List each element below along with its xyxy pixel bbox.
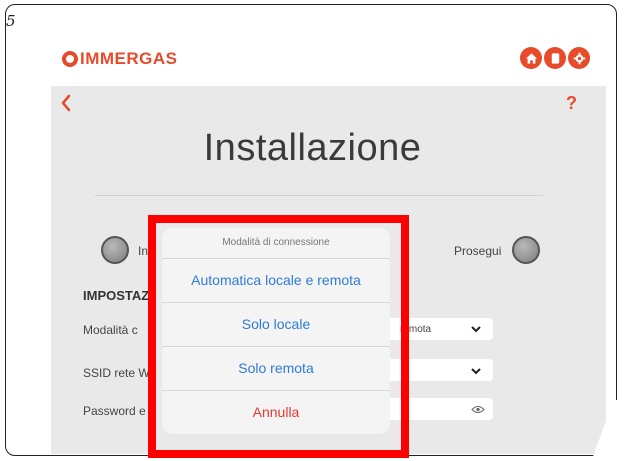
decorative-stripe — [590, 400, 620, 460]
help-button[interactable]: ? — [566, 93, 577, 114]
wifi-ssid-label: SSID rete W — [83, 366, 150, 380]
manual-icon — [551, 52, 559, 64]
page-title: Installazione — [203, 127, 422, 169]
home-button[interactable] — [520, 47, 542, 69]
password-label: Password e — [83, 404, 146, 418]
settings-button[interactable] — [568, 47, 590, 69]
next-step-button[interactable] — [512, 236, 540, 264]
home-icon — [525, 52, 537, 64]
eye-icon[interactable] — [471, 405, 485, 414]
settings-heading: IMPOSTAZ — [83, 288, 150, 303]
next-step-label: Prosegui — [454, 244, 502, 258]
back-step-label: In — [138, 244, 149, 258]
settings-icon — [573, 52, 585, 64]
highlight-box — [148, 215, 409, 458]
title-divider — [95, 195, 543, 196]
brand-mark-icon — [62, 51, 78, 67]
back-chevron-icon[interactable] — [58, 93, 74, 113]
manual-button[interactable] — [544, 47, 566, 69]
step-number: 5 — [6, 12, 16, 30]
brand-name: IMMERGAS — [80, 49, 178, 68]
brand-logo: IMMERGAS — [62, 49, 178, 69]
back-step-button[interactable] — [101, 236, 129, 264]
chevron-down-icon[interactable] — [470, 367, 482, 375]
connection-mode-label: Modalità c — [83, 323, 138, 337]
chevron-down-icon[interactable] — [470, 325, 482, 333]
